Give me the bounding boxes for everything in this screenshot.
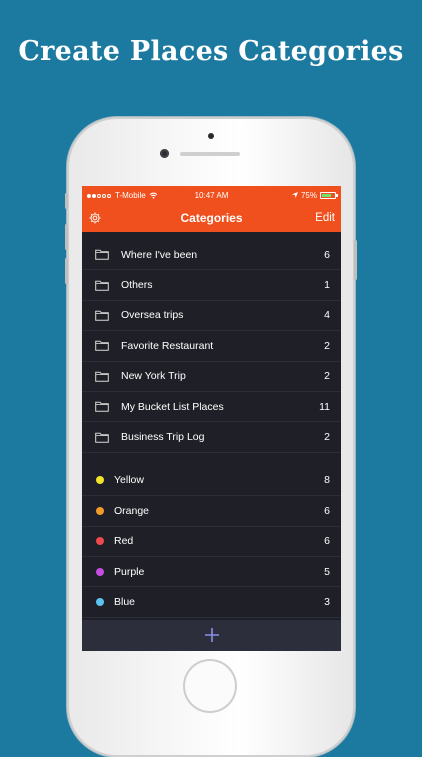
- promo-headline: Create Places Categories: [18, 36, 404, 67]
- folder-icon: [95, 310, 109, 321]
- color-dot-icon: [96, 506, 104, 515]
- category-name: Others: [121, 279, 153, 292]
- list-item[interactable]: Orange 6: [82, 496, 341, 527]
- home-button[interactable]: [183, 659, 237, 713]
- color-category-list: Yellow 8 Orange 6 Red 6 Purple 5 Blue 3: [82, 466, 341, 618]
- folder-icon: [95, 249, 109, 260]
- color-count: 6: [324, 535, 330, 548]
- add-category-button[interactable]: [204, 626, 219, 646]
- folder-category-list: Where I've been 6 Others 1 Oversea trips 4 Fav…: [82, 232, 341, 453]
- category-count: 1: [324, 279, 330, 292]
- battery-icon: [320, 191, 338, 199]
- color-dot-icon: [96, 537, 104, 546]
- proximity-sensor: [208, 133, 214, 139]
- earpiece-speaker: [180, 152, 240, 156]
- bottom-toolbar: [82, 620, 341, 651]
- list-item[interactable]: Others 1: [82, 270, 341, 301]
- color-dot-icon: [96, 597, 104, 606]
- folder-icon: [95, 432, 109, 443]
- color-name: Purple: [114, 565, 145, 578]
- color-name: Red: [114, 535, 134, 548]
- color-count: 6: [324, 504, 330, 517]
- color-dot-icon: [96, 567, 104, 576]
- list-item[interactable]: Business Trip Log 2: [82, 422, 341, 453]
- list-item[interactable]: Favorite Restaurant 2: [82, 331, 341, 362]
- color-count: 8: [324, 474, 330, 487]
- color-count: 3: [324, 595, 330, 608]
- nav-bar: Categories Edit: [82, 204, 341, 232]
- plus-icon: [204, 627, 219, 642]
- location-arrow-icon: [291, 192, 298, 198]
- folder-icon: [95, 401, 109, 412]
- category-count: 2: [324, 370, 330, 383]
- folder-icon: [95, 280, 109, 291]
- gear-icon[interactable]: [88, 211, 102, 225]
- list-item[interactable]: Red 6: [82, 527, 341, 557]
- category-count: 2: [324, 431, 330, 444]
- folder-icon: [95, 371, 109, 382]
- category-name: Where I've been: [121, 248, 198, 261]
- category-name: My Bucket List Places: [121, 400, 224, 413]
- power-button: [354, 240, 357, 280]
- list-item[interactable]: Blue 3: [82, 587, 341, 618]
- volume-up-button: [65, 224, 68, 250]
- carrier-name: T-Mobile: [115, 190, 146, 200]
- category-count: 11: [319, 400, 330, 413]
- list-item[interactable]: Yellow 8: [82, 466, 341, 497]
- color-name: Blue: [114, 595, 136, 608]
- category-count: 4: [324, 309, 330, 322]
- category-count: 2: [324, 339, 330, 352]
- status-bar: T-Mobile 10:47 AM 75%: [82, 186, 341, 204]
- edit-button[interactable]: Edit: [315, 212, 335, 224]
- list-item[interactable]: Purple 5: [82, 557, 341, 588]
- color-name: Yellow: [114, 474, 144, 487]
- category-name: Oversea trips: [121, 309, 184, 322]
- color-name: Orange: [114, 504, 150, 517]
- list-item[interactable]: New York Trip 2: [82, 362, 341, 392]
- volume-down-button: [65, 258, 68, 284]
- list-item[interactable]: My Bucket List Places 11: [82, 392, 341, 423]
- category-name: Favorite Restaurant: [121, 339, 214, 352]
- category-name: New York Trip: [121, 370, 186, 383]
- battery-percent: 75%: [300, 190, 317, 200]
- front-camera: [160, 149, 169, 158]
- list-item[interactable]: Oversea trips 4: [82, 301, 341, 332]
- color-count: 5: [324, 565, 330, 578]
- app-screen: T-Mobile 10:47 AM 75% Categories Edit Wh…: [82, 186, 341, 651]
- category-count: 6: [324, 248, 330, 261]
- list-item[interactable]: Where I've been 6: [82, 240, 341, 271]
- mute-switch: [65, 193, 68, 209]
- page-title: Categories: [180, 211, 243, 225]
- folder-icon: [95, 340, 109, 352]
- signal-strength-icon: [87, 191, 112, 200]
- color-dot-icon: [96, 476, 104, 485]
- category-name: Business Trip Log: [121, 431, 205, 444]
- wifi-icon: [149, 192, 158, 199]
